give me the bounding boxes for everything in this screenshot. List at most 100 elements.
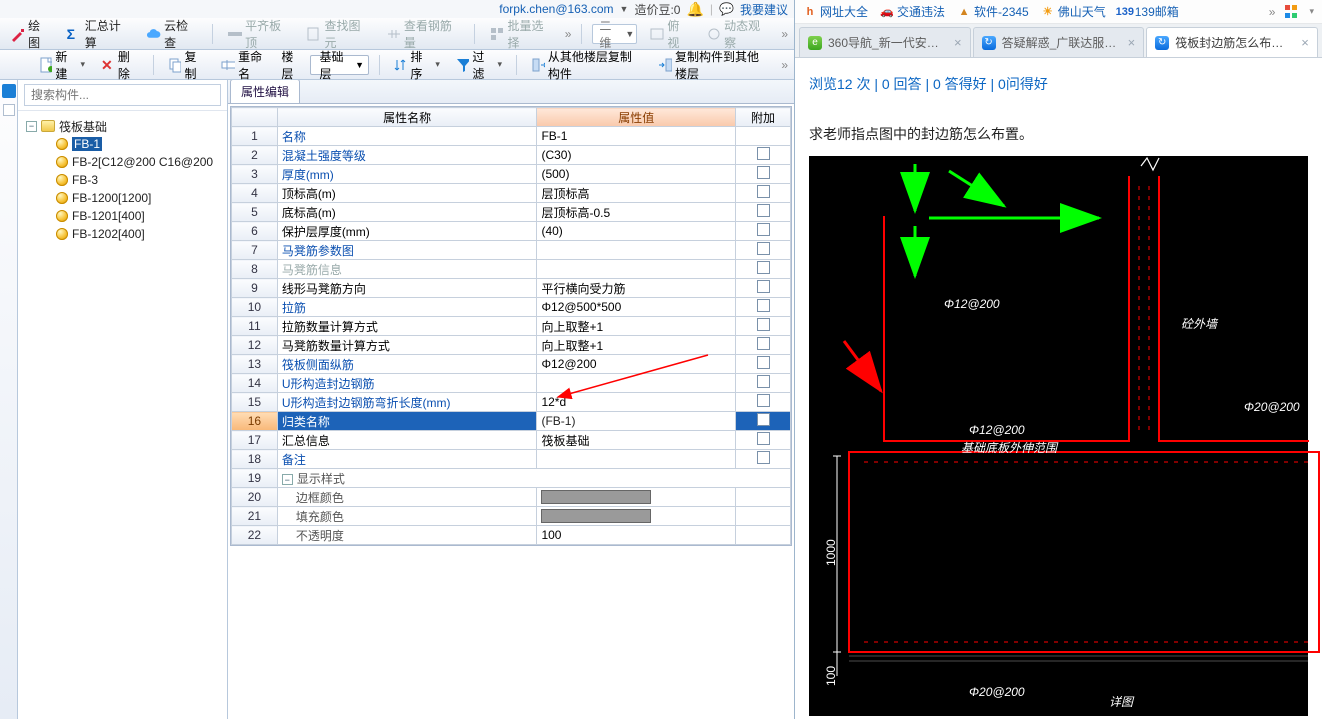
prop-extra[interactable] [736,431,791,450]
tool-anchor-icon[interactable] [3,104,15,116]
chat-icon[interactable]: 💬 [719,2,734,16]
property-row[interactable]: 17 汇总信息 筏板基础 [232,431,791,450]
prop-extra[interactable] [736,336,791,355]
prop-extra[interactable] [736,146,791,165]
browser-tab[interactable]: e 360导航_新一代安全上网 × [799,27,971,57]
prop-value[interactable] [537,241,736,260]
prop-value[interactable]: Φ12@200 [537,355,736,374]
prop-extra[interactable] [736,355,791,374]
bookmark-item[interactable]: ☀ 佛山天气 [1041,3,1106,20]
prop-value[interactable] [537,450,736,469]
bookmark-item[interactable]: h 网址大全 [803,3,868,20]
prop-extra[interactable] [736,488,791,507]
prop-extra[interactable] [736,412,791,431]
tree-item[interactable]: FB-1201[400] [22,207,223,225]
floor-select[interactable]: 基础层▼ [310,55,369,75]
new-button[interactable]: 新建▾ [35,46,89,84]
checkbox[interactable] [757,242,770,255]
tab-close-icon[interactable]: × [954,35,962,50]
tree-root[interactable]: − 筏板基础 [22,117,223,135]
col-extra[interactable]: 附加 [736,108,791,127]
checkbox[interactable] [757,432,770,445]
prop-value[interactable]: 向上取整+1 [537,317,736,336]
property-row[interactable]: 1 名称 FB-1 [232,127,791,146]
prop-extra[interactable] [736,184,791,203]
overflow3-icon[interactable]: » [781,58,788,72]
checkbox[interactable] [757,451,770,464]
property-row[interactable]: 18 备注 [232,450,791,469]
prop-extra[interactable] [736,507,791,526]
bookmark-item[interactable]: ▲ 软件-2345 [957,3,1029,20]
prop-value[interactable]: 12*d [537,393,736,412]
prop-extra[interactable] [736,127,791,146]
prop-value[interactable]: (C30) [537,146,736,165]
property-row[interactable]: 8 马凳筋信息 [232,260,791,279]
property-row[interactable]: 6 保护层厚度(mm) (40) [232,222,791,241]
prop-value[interactable]: 向上取整+1 [537,336,736,355]
prop-value[interactable] [537,488,736,507]
checkbox[interactable] [757,413,770,426]
property-grid[interactable]: 属性名称 属性值 附加 1 名称 FB-1 2 混凝土强度等级 (C30) 3 … [230,106,792,546]
property-row[interactable]: 14 U形构造封边钢筋 [232,374,791,393]
prop-value[interactable] [537,260,736,279]
bookmark-overflow-icon[interactable]: » [1269,5,1276,19]
pin-icon[interactable] [2,84,16,98]
prop-value[interactable]: 100 [537,526,736,545]
prop-value[interactable] [537,374,736,393]
prop-extra[interactable] [736,165,791,184]
filter-button[interactable]: 过滤▾ [452,46,506,84]
prop-value[interactable] [537,507,736,526]
property-row[interactable]: 21 填充颜色 [232,507,791,526]
property-row[interactable]: 5 底标高(m) 层顶标高-0.5 [232,203,791,222]
copy-button[interactable]: 复制 [164,46,210,84]
checkbox[interactable] [757,185,770,198]
prop-extra[interactable] [736,222,791,241]
property-row[interactable]: 3 厚度(mm) (500) [232,165,791,184]
prop-extra[interactable] [736,260,791,279]
property-row[interactable]: 20 边框颜色 [232,488,791,507]
checkbox[interactable] [757,394,770,407]
collapse-icon[interactable]: − [26,121,37,132]
prop-value[interactable]: (40) [537,222,736,241]
prop-extra[interactable] [736,393,791,412]
checkbox[interactable] [757,337,770,350]
tree-item[interactable]: FB-1202[400] [22,225,223,243]
dropdown-caret-icon[interactable]: ▼ [620,4,629,14]
prop-extra[interactable] [736,526,791,545]
bookmark-item[interactable]: 🚗 交通违法 [880,3,945,20]
property-row[interactable]: 12 马凳筋数量计算方式 向上取整+1 [232,336,791,355]
property-row[interactable]: 7 马凳筋参数图 [232,241,791,260]
checkbox[interactable] [757,299,770,312]
copy-to-button[interactable]: 复制构件到其他楼层 [654,46,773,84]
prop-extra[interactable] [736,298,791,317]
rename-button[interactable]: 重命名 [217,46,273,84]
sort-button[interactable]: 排序▾ [390,46,444,84]
checkbox[interactable] [757,318,770,331]
tab-property-edit[interactable]: 属性编辑 [230,80,300,103]
apps-icon[interactable] [1285,5,1299,19]
tree-item[interactable]: FB-1 [22,135,223,153]
property-row[interactable]: 11 拉筋数量计算方式 向上取整+1 [232,317,791,336]
checkbox[interactable] [757,261,770,274]
checkbox[interactable] [757,204,770,217]
property-row[interactable]: 19 −显示样式 [232,469,791,488]
prop-value[interactable]: Φ12@500*500 [537,298,736,317]
copy-from-button[interactable]: 从其他楼层复制构件 [527,46,646,84]
checkbox[interactable] [757,356,770,369]
checkbox[interactable] [757,280,770,293]
property-row[interactable]: 15 U形构造封边钢筋弯折长度(mm) 12*d [232,393,791,412]
prop-value[interactable]: 筏板基础 [537,431,736,450]
account-email[interactable]: forpk.chen@163.com [499,2,613,16]
property-row[interactable]: 4 顶标高(m) 层顶标高 [232,184,791,203]
tab-close-icon[interactable]: × [1301,35,1309,50]
prop-value[interactable]: 平行横向受力筋 [537,279,736,298]
component-tree[interactable]: − 筏板基础 FB-1 FB-2[C12@200 C16@200 FB-3 FB… [18,111,227,719]
prop-extra[interactable] [736,317,791,336]
prop-value[interactable]: 层顶标高 [537,184,736,203]
prop-extra[interactable] [736,279,791,298]
prop-value[interactable]: FB-1 [537,127,736,146]
bookmark-item[interactable]: 139 139邮箱 [1118,3,1179,20]
checkbox[interactable] [757,375,770,388]
tree-item[interactable]: FB-1200[1200] [22,189,223,207]
prop-value[interactable]: (FB-1) [537,412,736,431]
